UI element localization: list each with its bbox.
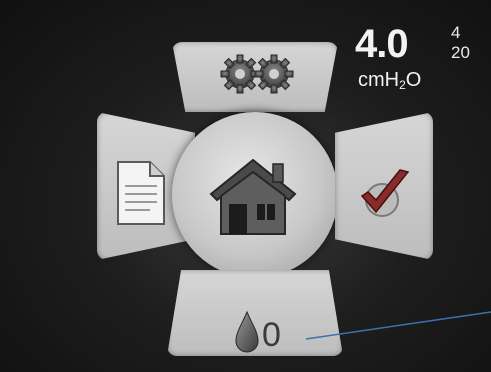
annotation-callout-line [305, 311, 491, 340]
device-screen: 0 4.0 cmH2O 4 20 [0, 0, 491, 372]
